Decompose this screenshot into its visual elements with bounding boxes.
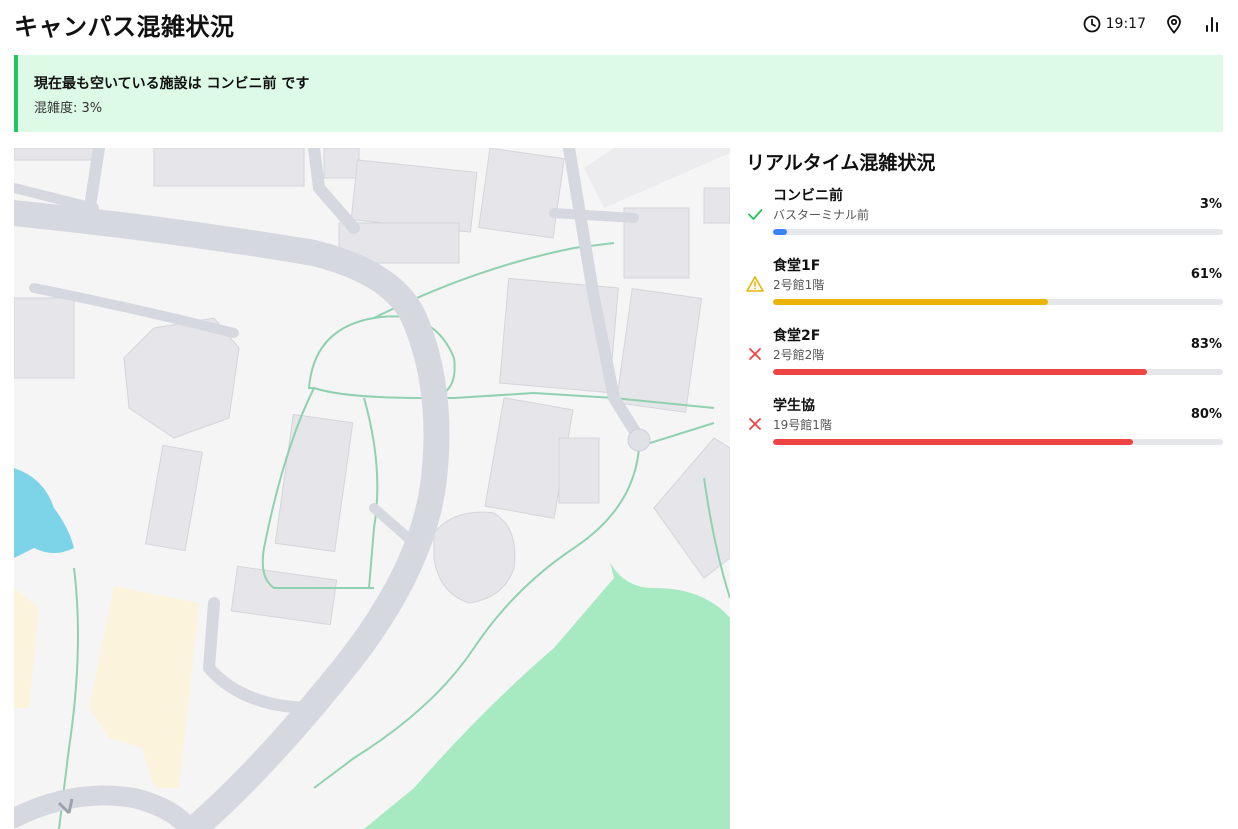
clock-icon xyxy=(1082,14,1102,34)
banner-title: 現在最も空いている施設は コンビニ前 です xyxy=(34,76,310,92)
x-icon xyxy=(746,345,764,363)
building xyxy=(153,148,305,187)
realtime-panel: リアルタイム混雑状況 コンビニ前 バスターミナル前 3% 食堂1F 2号館1階 61% 食堂… xyxy=(746,148,1223,465)
facility-percent: 80% xyxy=(1190,407,1222,422)
road xyxy=(549,208,639,223)
facility-row[interactable]: 学生協 19号館1階 80% xyxy=(746,395,1223,465)
warning-icon xyxy=(746,275,764,293)
facility-name: 食堂1F xyxy=(773,258,821,274)
building xyxy=(478,148,565,239)
banner-subtitle: 混雑度: 3% xyxy=(34,101,103,116)
roundabout xyxy=(627,428,651,452)
congestion-bar xyxy=(773,369,1223,375)
map-pin-icon[interactable] xyxy=(1164,14,1184,34)
facility-percent: 3% xyxy=(1199,197,1222,212)
page-title: キャンパス混雑状況 xyxy=(14,12,235,41)
congestion-bar xyxy=(773,229,1223,235)
congestion-bar xyxy=(773,299,1223,305)
current-time: 19:17 xyxy=(1082,14,1146,34)
building xyxy=(14,297,75,379)
congestion-bar-fill xyxy=(773,299,1048,305)
facility-row[interactable]: コンビニ前バスターミナル前 3% xyxy=(746,185,1223,255)
building xyxy=(323,148,360,179)
facility-location: 2号館2階 xyxy=(773,348,825,362)
check-icon xyxy=(746,205,764,223)
facility-percent: 61% xyxy=(1190,267,1222,282)
building xyxy=(703,187,730,224)
panel-title: リアルタイム混雑状況 xyxy=(746,152,936,174)
facility-location: 2号館1階 xyxy=(773,278,825,292)
header-tools: 19:17 xyxy=(1082,14,1224,34)
time-text: 19:17 xyxy=(1105,16,1146,32)
congestion-bar-fill xyxy=(773,369,1147,375)
bar-chart-icon[interactable] xyxy=(1202,14,1222,34)
congestion-bar-fill xyxy=(773,229,787,235)
building xyxy=(350,159,478,233)
facility-list: コンビニ前バスターミナル前 3% 食堂1F 2号館1階 61% 食堂2F 2号館2階 83% 学… xyxy=(746,185,1223,465)
campus-map[interactable] xyxy=(14,148,730,829)
facility-row[interactable]: 食堂2F 2号館2階 83% xyxy=(746,325,1223,395)
facility-percent: 83% xyxy=(1190,337,1222,352)
facility-name: 学生協 xyxy=(773,398,815,414)
building xyxy=(558,437,600,504)
app-header: キャンパス混雑状況 19:17 xyxy=(14,0,1224,48)
facility-location: バスターミナル前 xyxy=(773,208,870,222)
x-icon xyxy=(746,415,764,433)
facility-row[interactable]: 食堂1F 2号館1階 61% xyxy=(746,255,1223,325)
building xyxy=(14,148,95,161)
campus-map-canvas[interactable] xyxy=(14,148,730,829)
facility-name: 食堂2F xyxy=(773,328,821,344)
least-crowded-banner: 現在最も空いている施設は コンビニ前 です 混雑度: 3% xyxy=(14,55,1223,132)
congestion-bar xyxy=(773,439,1223,445)
congestion-bar-fill xyxy=(773,439,1133,445)
facility-name: コンビニ前 xyxy=(773,188,843,204)
facility-location: 19号館1階 xyxy=(773,418,832,432)
